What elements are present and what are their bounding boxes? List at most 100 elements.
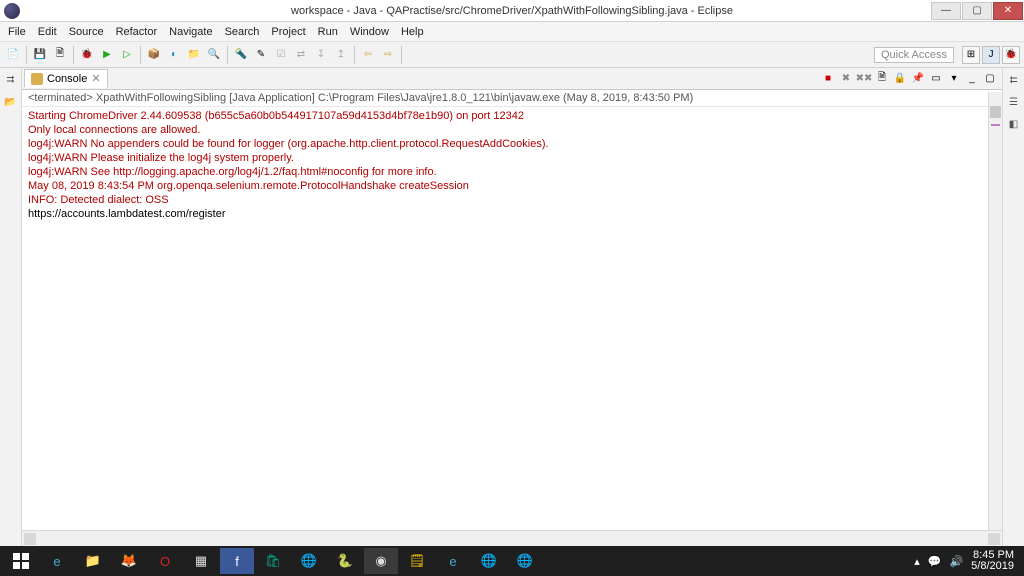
forward-icon[interactable]: ⇨ [379,46,397,64]
outline-icon[interactable]: ◧ [1006,116,1022,132]
menu-navigate[interactable]: Navigate [163,24,218,40]
console-line: May 08, 2019 8:43:54 PM org.openqa.selen… [28,179,996,193]
minimize-button[interactable]: — [931,2,961,20]
console-line: Only local connections are allowed. [28,123,996,137]
console-line: https://accounts.lambdatest.com/register [28,207,996,221]
task-list-icon[interactable]: ☰ [1006,94,1022,110]
menu-file[interactable]: File [2,24,32,40]
console-output[interactable]: Starting ChromeDriver 2.44.609538 (b655c… [22,107,1002,530]
clear-console-icon[interactable]: 🗎 [874,71,890,87]
scroll-lock-icon[interactable]: 🔒 [892,71,908,87]
chrome2-icon[interactable]: 🌐 [472,548,506,574]
package-explorer-icon[interactable]: 📂 [3,94,19,110]
vertical-scrollbar[interactable] [988,92,1002,530]
tray-chevron-icon[interactable]: ▴ [914,555,920,568]
system-tray: ▴ 💬 🔊 8:45 PM 5/8/2019 [914,550,1020,572]
remove-launch-icon[interactable]: ✖ [838,71,854,87]
open-type-icon[interactable]: 🔍 [205,46,223,64]
eclipse-icon [4,3,20,19]
run-icon[interactable]: ▶ [98,46,116,64]
overview-mark [991,124,1000,126]
explorer-icon[interactable]: 📁 [76,548,110,574]
menu-refactor[interactable]: Refactor [110,24,164,40]
restore-right-icon[interactable]: ⮄ [1006,72,1022,88]
new-package-icon[interactable]: 📦 [145,46,163,64]
open-console-icon[interactable]: ▾ [946,71,962,87]
terminate-icon[interactable]: ■ [820,71,836,87]
restore-icon[interactable]: ⮆ [3,72,19,88]
right-trim: ⮄ ☰ ◧ [1002,68,1024,546]
store-icon[interactable]: 🛍 [256,548,290,574]
console-line: log4j:WARN Please initialize the log4j s… [28,151,996,165]
new-class-icon[interactable]: ◐ [165,46,183,64]
quick-access[interactable]: Quick Access [874,47,954,63]
menu-project[interactable]: Project [265,24,311,40]
python-icon[interactable]: 🐍 [328,548,362,574]
back-icon[interactable]: ⇦ [359,46,377,64]
pin-console-icon[interactable]: 📌 [910,71,926,87]
action-center-icon[interactable]: 💬 [928,555,942,568]
ie-icon[interactable]: e [40,548,74,574]
terminated-line: <terminated> XpathWithFollowingSibling [… [22,90,1002,107]
minimize-view-icon[interactable]: _ [964,71,980,87]
step2-icon[interactable]: ↥ [332,46,350,64]
clock-date: 5/8/2019 [971,561,1014,572]
maximize-view-icon[interactable]: ▢ [982,71,998,87]
volume-icon[interactable]: 🔊 [949,555,963,568]
menu-run[interactable]: Run [312,24,344,40]
close-button[interactable]: ✕ [993,2,1023,20]
view-tab-bar: Console ✕ ■ ✖ ✖✖ 🗎 🔒 📌 ▭ ▾ _ ▢ [22,68,1002,90]
console-icon [31,73,43,85]
notes-icon[interactable]: 🗒 [400,548,434,574]
chrome1-icon[interactable]: 🌐 [292,548,326,574]
menu-bar: FileEditSourceRefactorNavigateSearchProj… [0,22,1024,42]
eclipse-task-icon[interactable]: ◉ [364,548,398,574]
java-perspective-icon[interactable]: J [982,46,1000,64]
menu-window[interactable]: Window [344,24,395,40]
save-icon[interactable]: 💾 [31,46,49,64]
task-icon[interactable]: ☑ [272,46,290,64]
console-line: log4j:WARN No appenders could be found f… [28,137,996,151]
search-icon[interactable]: 🔦 [232,46,250,64]
start-button[interactable] [4,548,38,574]
taskbar-clock[interactable]: 8:45 PM 5/8/2019 [971,550,1014,572]
debug-perspective-icon[interactable]: 🐞 [1002,46,1020,64]
left-trim: ⮆ 📂 [0,68,22,546]
tab-close-icon[interactable]: ✕ [91,72,100,85]
app-icon[interactable]: ▦ [184,548,218,574]
editor-area: Console ✕ ■ ✖ ✖✖ 🗎 🔒 📌 ▭ ▾ _ ▢ <terminat… [22,68,1002,546]
scrollbar-thumb[interactable] [990,106,1001,118]
windows-taskbar: e 📁 🦊 O ▦ f 🛍 🌐 🐍 ◉ 🗒 e 🌐 🌐 ▴ 💬 🔊 8:45 P… [0,546,1024,576]
menu-help[interactable]: Help [395,24,430,40]
console-toolbar: ■ ✖ ✖✖ 🗎 🔒 📌 ▭ ▾ _ ▢ [820,71,1002,87]
chrome3-icon[interactable]: 🌐 [508,548,542,574]
tab-label: Console [47,73,87,85]
main-toolbar: 📄 💾 🗎 🐞 ▶ ▷ 📦 ◐ 📁 🔍 🔦 ✎ ☑ ⇄ ↧ ↥ ⇦ ⇨ Quic… [0,42,1024,68]
tab-console[interactable]: Console ✕ [24,69,108,88]
title-bar: workspace - Java - QAPractise/src/Chrome… [0,0,1024,22]
open-perspective-icon[interactable]: ⊞ [962,46,980,64]
menu-source[interactable]: Source [63,24,110,40]
console-line: INFO: Detected dialect: OSS [28,193,996,207]
firefox-icon[interactable]: 🦊 [112,548,146,574]
horizontal-scrollbar[interactable] [22,530,1002,546]
edge-icon[interactable]: e [436,548,470,574]
display-selected-icon[interactable]: ▭ [928,71,944,87]
remove-all-icon[interactable]: ✖✖ [856,71,872,87]
toggle-icon[interactable]: ⇄ [292,46,310,64]
menu-edit[interactable]: Edit [32,24,63,40]
menu-search[interactable]: Search [219,24,266,40]
step-icon[interactable]: ↧ [312,46,330,64]
maximize-button[interactable]: ▢ [962,2,992,20]
new-folder-icon[interactable]: 📁 [185,46,203,64]
run-last-icon[interactable]: ▷ [118,46,136,64]
console-line: Starting ChromeDriver 2.44.609538 (b655c… [28,109,996,123]
debug-icon[interactable]: 🐞 [78,46,96,64]
save-all-icon[interactable]: 🗎 [51,46,69,64]
console-line: log4j:WARN See http://logging.apache.org… [28,165,996,179]
new-icon[interactable]: 📄 [4,46,22,64]
window-title: workspace - Java - QAPractise/src/Chrome… [291,5,733,17]
wand-icon[interactable]: ✎ [252,46,270,64]
facebook-icon[interactable]: f [220,548,254,574]
opera-icon[interactable]: O [148,548,182,574]
